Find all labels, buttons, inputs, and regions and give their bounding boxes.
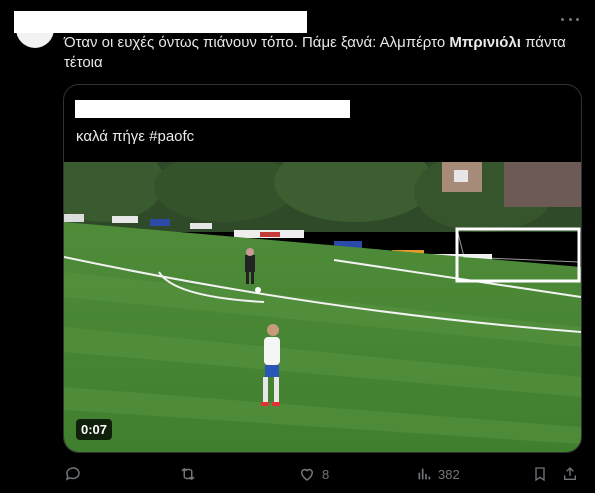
bookmark-button[interactable]: [532, 464, 548, 484]
quoted-tweet-text: καλά πήγε #paofc: [76, 128, 195, 145]
reply-icon: [65, 467, 80, 481]
reply-button[interactable]: [64, 464, 88, 484]
views-count: 382: [438, 466, 460, 482]
share-icon: [564, 467, 576, 480]
video-frame-image: [64, 162, 581, 452]
quoted-tweet-card[interactable]: καλά πήγε #paofc 0:07: [63, 84, 582, 453]
more-options-button[interactable]: [561, 12, 579, 26]
views-icon: [418, 468, 431, 480]
bookmark-icon: [535, 467, 545, 482]
video-player[interactable]: 0:07: [64, 162, 581, 452]
heart-icon: [300, 468, 314, 481]
author-name-redacted[interactable]: [14, 11, 307, 33]
more-horizontal-icon: [561, 17, 564, 21]
quoted-author-redacted: [75, 100, 350, 118]
repost-icon: [181, 467, 195, 481]
tweet-text: Όταν οι ευχές όντως πιάνουν τόπο. Πάμε ξ…: [64, 34, 566, 71]
views-button[interactable]: 382: [416, 464, 460, 484]
like-button[interactable]: 8: [298, 464, 329, 484]
repost-button[interactable]: [178, 464, 204, 484]
tweet-text-bold: Μπρινιόλι: [449, 34, 521, 51]
tweet-actions-bar: 8 382: [64, 464, 584, 484]
share-button[interactable]: [562, 464, 578, 484]
video-duration-badge: 0:07: [76, 419, 113, 440]
like-count: 8: [322, 466, 330, 482]
